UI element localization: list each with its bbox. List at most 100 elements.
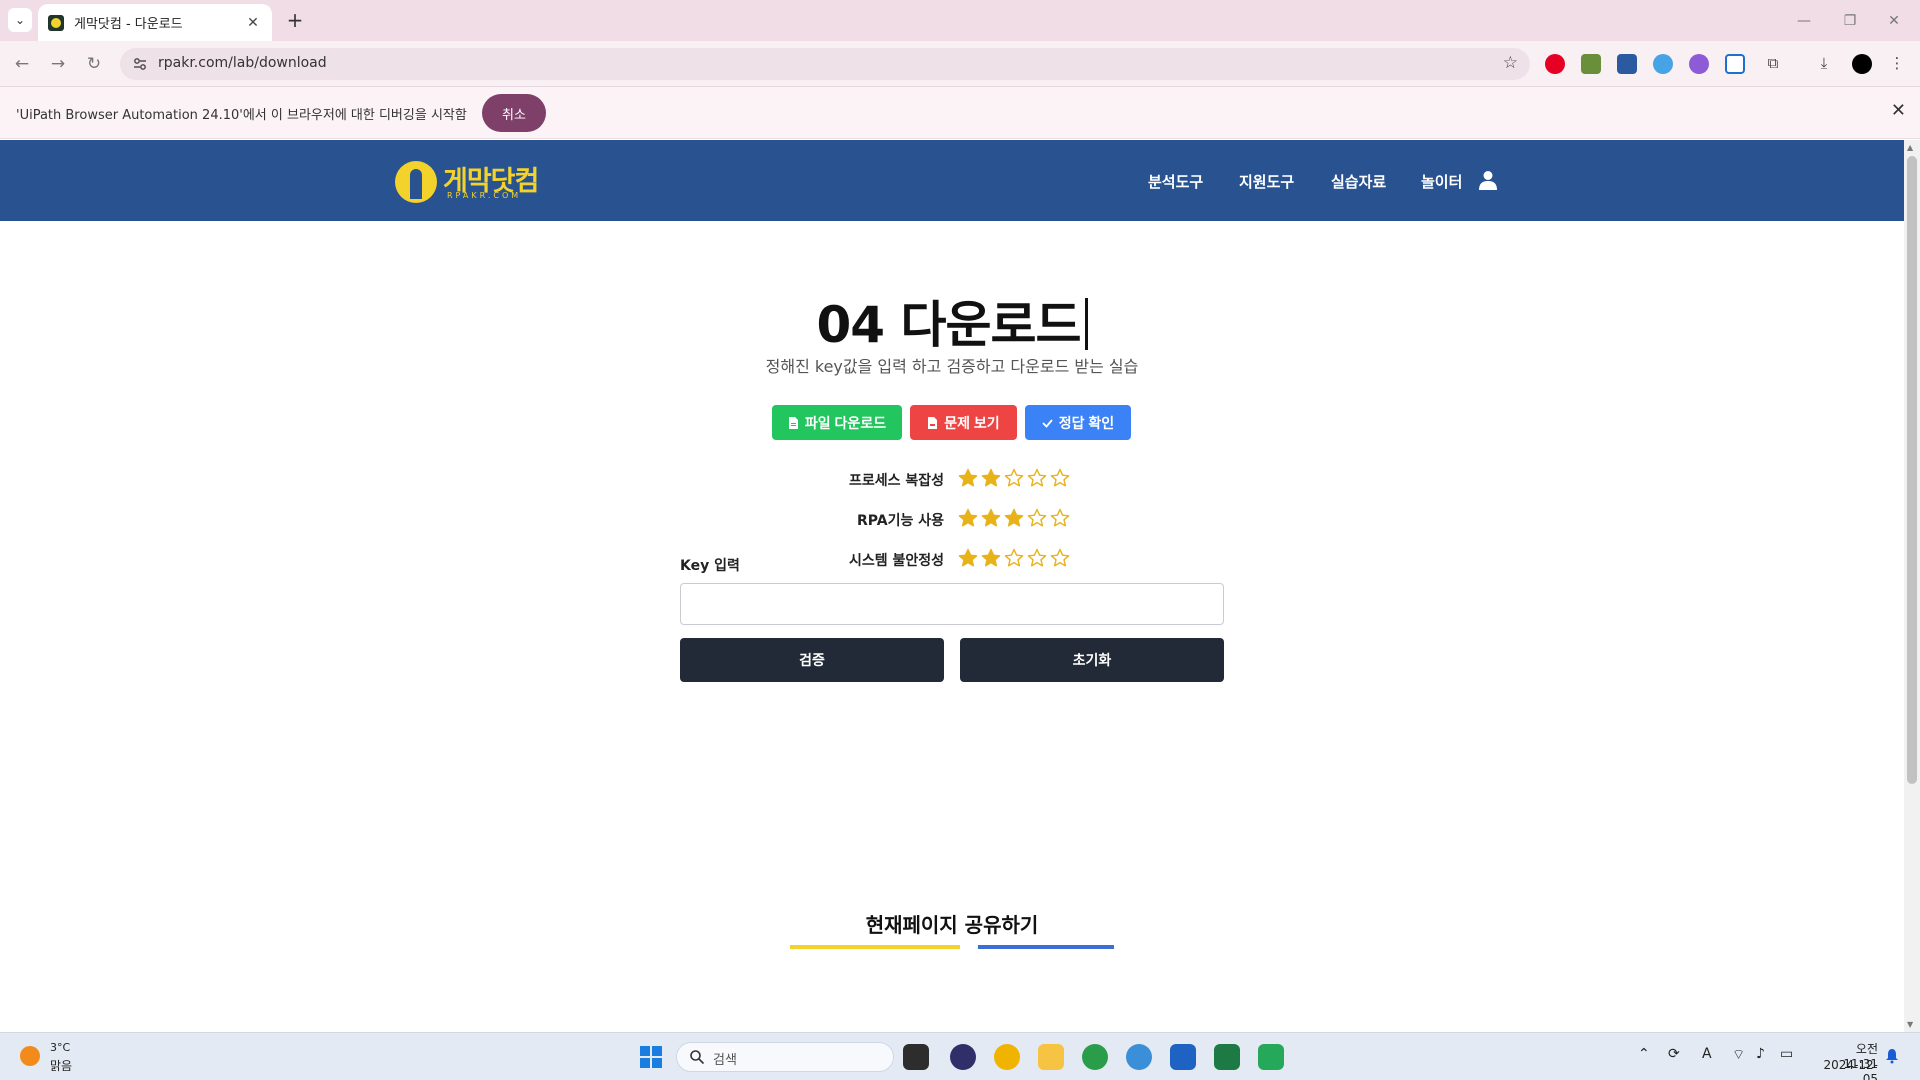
file-explorer-icon[interactable] [1038, 1044, 1064, 1070]
user-icon[interactable] [1479, 170, 1497, 190]
site-info-icon[interactable] [132, 56, 148, 72]
notification-bell-icon[interactable] [1885, 1048, 1899, 1064]
bookmark-star-icon[interactable]: ☆ [1503, 53, 1518, 73]
star-empty-icon [1050, 548, 1070, 567]
tab-title: 게막닷컴 - 다운로드 [74, 17, 183, 32]
active-tab[interactable]: 게막닷컴 - 다운로드 ✕ [38, 4, 272, 41]
nav-playground[interactable]: 놀이터 [1421, 171, 1462, 192]
debugging-infobar: 'UiPath Browser Automation 24.10'에서 이 브라… [0, 87, 1920, 139]
search-icon [690, 1050, 705, 1065]
share-kakao-button[interactable] [790, 945, 960, 949]
star-empty-icon [1050, 508, 1070, 527]
weather-sun-icon[interactable] [20, 1046, 40, 1066]
app-eclipse-icon[interactable] [950, 1044, 976, 1070]
infobar-close-icon[interactable]: ✕ [1891, 100, 1906, 121]
pdf-file-icon [928, 416, 938, 429]
compass-extension-icon[interactable] [1653, 54, 1673, 74]
page-title: 04 다운로드 [0, 285, 1904, 357]
star-empty-icon [1004, 548, 1024, 567]
weather-temperature[interactable]: 3°C [50, 1041, 70, 1054]
chrome-icon[interactable] [1082, 1044, 1108, 1070]
battery-icon[interactable]: ▭ [1780, 1046, 1793, 1062]
star-filled-icon [1004, 508, 1024, 527]
reset-button[interactable]: 초기화 [960, 638, 1224, 682]
app-w-icon[interactable] [994, 1044, 1020, 1070]
downloads-icon[interactable]: ⤓ [1813, 52, 1835, 74]
grid-extension-icon[interactable] [1617, 54, 1637, 74]
address-bar[interactable]: rpakr.com/lab/download ☆ [120, 48, 1530, 80]
site-header: 게막닷컴 RPAKR.COM 분석도구 지원도구 실습자료 놀이터 [0, 140, 1904, 221]
more-menu-icon[interactable]: ⋮ [1886, 52, 1908, 74]
star-filled-icon [958, 548, 978, 567]
site-favicon-icon [48, 14, 64, 31]
browser-toolbar: ← → ↻ rpakr.com/lab/download ☆ ⧉ ⤓ ⋮ [0, 41, 1920, 87]
nav-practice-materials[interactable]: 실습자료 [1331, 171, 1386, 192]
star-filled-icon [958, 468, 978, 487]
file-download-label: 파일 다운로드 [804, 414, 887, 431]
reload-button[interactable]: ↻ [80, 50, 108, 78]
page-title-text: 04 다운로드 [816, 296, 1082, 354]
sync-icon[interactable]: ⟳ [1668, 1046, 1680, 1062]
volume-icon[interactable]: ♪ [1756, 1046, 1765, 1062]
flower-extension-icon[interactable] [1689, 54, 1709, 74]
wifi-icon[interactable]: ⌔ [1732, 1046, 1745, 1064]
media-player-icon[interactable] [1258, 1044, 1284, 1070]
rating-row-process-complexity: 프로세스 복잡성 [0, 468, 1904, 492]
rating-row-rpa-features: RPA기능 사용 [0, 508, 1904, 532]
chevron-down-icon: ⌄ [14, 13, 26, 27]
star-empty-icon [1027, 468, 1047, 487]
verify-button[interactable]: 검증 [680, 638, 944, 682]
scroll-down-arrow-icon[interactable]: ▼ [1907, 1020, 1913, 1029]
pinterest-extension-icon[interactable] [1545, 54, 1565, 74]
forward-button[interactable]: → [44, 50, 72, 78]
logo-subtext: RPAKR.COM [447, 191, 522, 200]
nav-support-tools[interactable]: 지원도구 [1239, 171, 1294, 192]
rating-label: 프로세스 복잡성 [848, 473, 944, 489]
file-download-button[interactable]: 파일 다운로드 [772, 405, 902, 440]
task-view-icon[interactable] [903, 1044, 929, 1070]
excel-icon[interactable] [1214, 1044, 1240, 1070]
tab-search-button[interactable]: ⌄ [8, 8, 32, 32]
url-text[interactable]: rpakr.com/lab/download [158, 55, 327, 71]
app-s-icon[interactable] [1170, 1044, 1196, 1070]
chrome-profile-icon[interactable] [1126, 1044, 1152, 1070]
tray-overflow-icon[interactable]: ⌃ [1638, 1046, 1650, 1062]
nav-analysis-tools[interactable]: 분석도구 [1148, 171, 1203, 192]
scrollbar-thumb[interactable] [1907, 156, 1917, 784]
profile-avatar[interactable] [1852, 54, 1872, 74]
view-problem-label: 문제 보기 [944, 414, 1000, 431]
view-problem-button[interactable]: 문제 보기 [910, 405, 1017, 440]
key-input[interactable] [680, 583, 1224, 625]
new-tab-button[interactable]: + [282, 8, 308, 34]
uipath-extension-icon[interactable] [1725, 54, 1745, 74]
folder-extension-icon[interactable] [1581, 54, 1601, 74]
tab-close-icon[interactable]: ✕ [244, 15, 262, 31]
taskbar-search-box[interactable]: 검색 [676, 1042, 894, 1072]
rating-label: RPA기능 사용 [857, 513, 944, 529]
restore-button[interactable]: ❐ [1830, 8, 1870, 34]
ime-icon[interactable]: A [1702, 1046, 1712, 1062]
scroll-up-arrow-icon[interactable]: ▲ [1907, 143, 1913, 152]
infobar-cancel-button[interactable]: 취소 [482, 94, 546, 132]
star-filled-icon [958, 508, 978, 527]
windows-start-icon[interactable] [640, 1046, 662, 1068]
star-filled-icon [981, 548, 1001, 567]
clock-date[interactable]: 2024-12-05 [1810, 1058, 1878, 1080]
site-logo[interactable]: 게막닷컴 RPAKR.COM [395, 157, 545, 205]
key-input-label: Key 입력 [680, 558, 740, 574]
minimize-button[interactable]: — [1784, 8, 1824, 34]
check-answer-button[interactable]: 정답 확인 [1025, 405, 1131, 440]
windows-taskbar: 3°C 맑음 검색 ⌃ ⟳ A ⌔ ♪ ▭ 오전 11:31 2024-12-0… [0, 1032, 1920, 1080]
back-button[interactable]: ← [8, 50, 36, 78]
page-scrollbar[interactable]: ▲ ▼ [1904, 140, 1920, 1032]
browser-tab-strip: ⌄ 게막닷컴 - 다운로드 ✕ + — ❐ ✕ [0, 0, 1920, 41]
star-empty-icon [1004, 468, 1024, 487]
share-facebook-button[interactable] [978, 945, 1114, 949]
check-icon [1042, 418, 1053, 428]
rating-label: 시스템 불안정성 [848, 553, 944, 569]
check-answer-label: 정답 확인 [1058, 414, 1115, 431]
weather-description[interactable]: 맑음 [50, 1057, 72, 1074]
rating-row-system-instability: 시스템 불안정성 [0, 548, 1904, 572]
extensions-puzzle-icon[interactable]: ⧉ [1762, 52, 1784, 74]
close-window-button[interactable]: ✕ [1874, 8, 1914, 34]
